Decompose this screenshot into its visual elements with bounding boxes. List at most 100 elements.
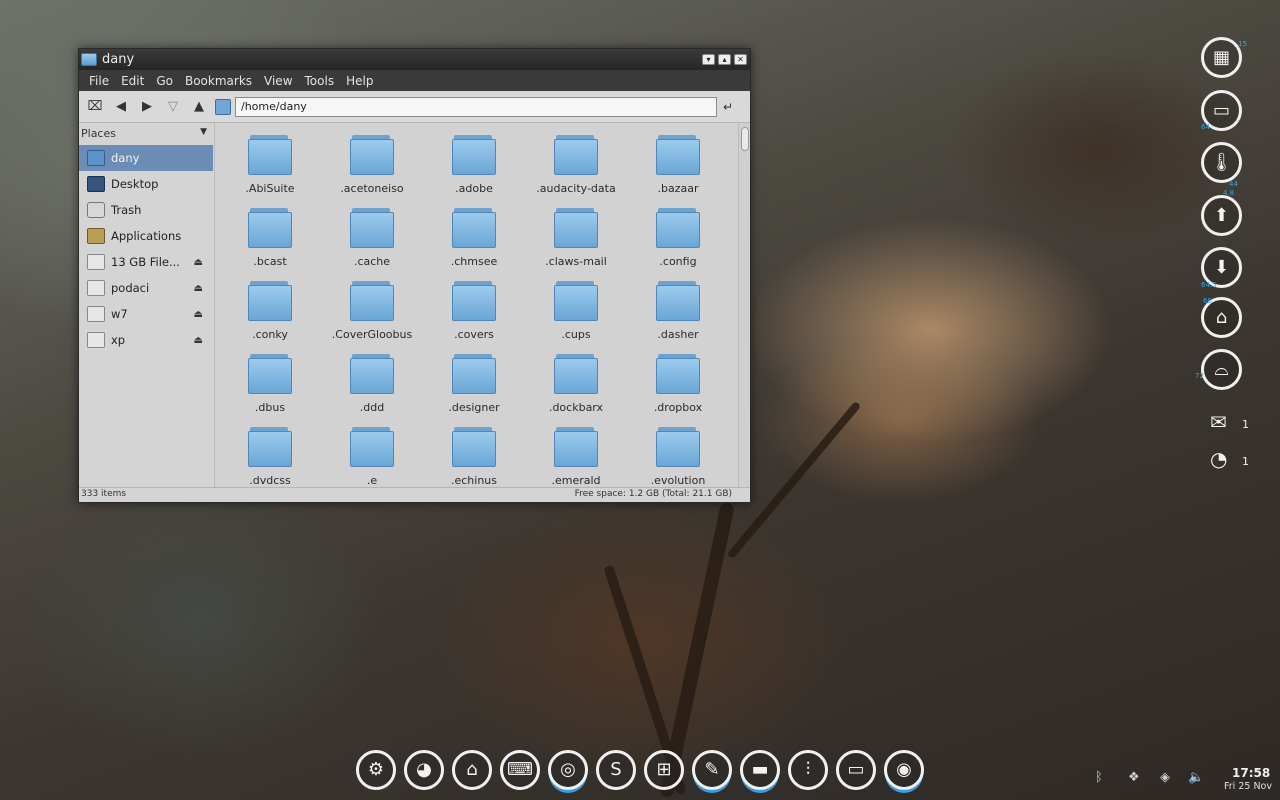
place-label: Desktop (111, 177, 159, 191)
file-icon-view[interactable]: .AbiSuite .acetoneiso .adobe .audacity-data… (214, 123, 739, 488)
file-item[interactable]: .ddd (321, 352, 423, 425)
home-icon[interactable]: ⌂ (452, 750, 492, 790)
new-tab-button[interactable]: ⌧ (85, 97, 105, 117)
place-label: 13 GB File... (111, 255, 180, 269)
chat-icon[interactable]: ▭ (836, 750, 876, 790)
vertical-scrollbar[interactable] (738, 123, 750, 488)
mixer-icon[interactable]: ⫶ (788, 750, 828, 790)
menu-bookmarks[interactable]: Bookmarks (179, 74, 258, 88)
volume-icon[interactable]: 🔈 (1188, 770, 1204, 785)
file-item[interactable]: .bazaar (627, 133, 729, 206)
mail-icon[interactable]: ✉ (1210, 410, 1227, 434)
place-item-w7[interactable]: w7 ⏏ (79, 301, 213, 327)
ram-value: 64 (1201, 123, 1210, 131)
folder-icon (350, 208, 394, 250)
place-item-podaci[interactable]: podaci ⏏ (79, 275, 213, 301)
file-item[interactable]: .claws-mail (525, 206, 627, 279)
file-item[interactable]: .audacity-data (525, 133, 627, 206)
file-item[interactable]: .adobe (423, 133, 525, 206)
file-item[interactable]: .cups (525, 279, 627, 352)
history-dropdown-button[interactable]: ▽ (163, 97, 183, 117)
forward-button[interactable]: ▶ (137, 97, 157, 117)
files-icon[interactable]: ▬ (740, 750, 780, 790)
close-button[interactable]: ✕ (734, 54, 747, 65)
eject-icon[interactable]: ⏏ (194, 335, 203, 346)
file-item[interactable]: .e (321, 425, 423, 488)
file-item[interactable]: .evolution (627, 425, 729, 488)
file-item[interactable]: .config (627, 206, 729, 279)
place-item-xp[interactable]: xp ⏏ (79, 327, 213, 353)
back-button[interactable]: ◀ (111, 97, 131, 117)
places-header[interactable]: Places ▼ (79, 123, 213, 145)
location-bar[interactable]: /home/dany (235, 96, 717, 117)
file-item[interactable]: .chmsee (423, 206, 525, 279)
maximize-button[interactable]: ▴ (718, 54, 731, 65)
keyboard-icon[interactable]: ⌨ (500, 750, 540, 790)
drive-icon (87, 306, 105, 322)
dropbox-icon[interactable]: ❖ (1128, 770, 1140, 785)
place-item-desktop[interactable]: Desktop (79, 171, 213, 197)
place-label: xp (111, 333, 126, 347)
file-item[interactable]: .dockbarx (525, 352, 627, 425)
minimize-button[interactable]: ▾ (702, 54, 715, 65)
skype-icon[interactable]: S (596, 750, 636, 790)
file-item[interactable]: .echinus (423, 425, 525, 488)
file-name: .CoverGloobus (331, 328, 413, 341)
chevron-down-icon[interactable]: ▼ (200, 127, 207, 141)
chrome-icon[interactable]: ◎ (548, 750, 588, 790)
eject-icon[interactable]: ⏏ (194, 257, 203, 268)
file-name: .acetoneiso (340, 182, 404, 195)
up-button[interactable]: ▲ (189, 97, 209, 117)
memory-icon: ▭ (1212, 100, 1230, 121)
place-item-trash[interactable]: Trash (79, 197, 213, 223)
network-icon[interactable]: ◈ (1160, 770, 1170, 785)
applications-icon (87, 228, 105, 244)
file-item[interactable]: .covers (423, 279, 525, 352)
menu-edit[interactable]: Edit (115, 74, 150, 88)
menu-file[interactable]: File (83, 74, 115, 88)
menu-help[interactable]: Help (340, 74, 379, 88)
desktop-icon (87, 176, 105, 192)
place-item-dany[interactable]: dany (79, 145, 213, 171)
upload-value: 4.8 (1223, 189, 1235, 197)
folder-icon (656, 135, 700, 177)
go-button[interactable]: ↵ (723, 100, 733, 114)
bluetooth-icon[interactable]: ᛒ (1095, 770, 1103, 785)
settings-icon[interactable]: ⚙ (356, 750, 396, 790)
clock-time[interactable]: 17:58 (1232, 766, 1270, 780)
menu-go[interactable]: Go (150, 74, 179, 88)
radar-icon[interactable]: ◉ (884, 750, 924, 790)
place-item-13gb[interactable]: 13 GB File... ⏏ (79, 249, 213, 275)
file-manager-window: dany ▾ ▴ ✕ File Edit Go Bookmarks View T… (78, 48, 751, 503)
eject-icon[interactable]: ⏏ (194, 309, 203, 320)
file-item[interactable]: .AbiSuite (219, 133, 321, 206)
file-name: .adobe (455, 182, 493, 195)
folder-icon (248, 135, 292, 177)
menu-tools[interactable]: Tools (299, 74, 341, 88)
menu-view[interactable]: View (258, 74, 298, 88)
apps-grid-icon[interactable]: ⊞ (644, 750, 684, 790)
file-item[interactable]: .dropbox (627, 352, 729, 425)
window-titlebar[interactable]: dany ▾ ▴ ✕ (79, 49, 750, 70)
file-item[interactable]: .bcast (219, 206, 321, 279)
file-item[interactable]: .dasher (627, 279, 729, 352)
thermometer-icon: 🌡 (1210, 152, 1233, 173)
pacman-icon[interactable]: ◔ (1210, 447, 1227, 471)
file-item[interactable]: .dbus (219, 352, 321, 425)
window-title: dany (102, 52, 135, 67)
file-item[interactable]: .conky (219, 279, 321, 352)
place-label: w7 (111, 307, 128, 321)
file-item[interactable]: .CoverGloobus (321, 279, 423, 352)
editor-icon[interactable]: ✎ (692, 750, 732, 790)
eject-icon[interactable]: ⏏ (194, 283, 203, 294)
file-item[interactable]: .emerald (525, 425, 627, 488)
file-item[interactable]: .acetoneiso (321, 133, 423, 206)
place-item-applications[interactable]: Applications (79, 223, 213, 249)
scrollbar-thumb[interactable] (741, 127, 749, 151)
file-item[interactable]: .dvdcss (219, 425, 321, 488)
folder-icon (248, 208, 292, 250)
file-item[interactable]: .designer (423, 352, 525, 425)
file-item[interactable]: .cache (321, 206, 423, 279)
firefox-icon[interactable]: ◕ (404, 750, 444, 790)
folder-icon (452, 427, 496, 469)
